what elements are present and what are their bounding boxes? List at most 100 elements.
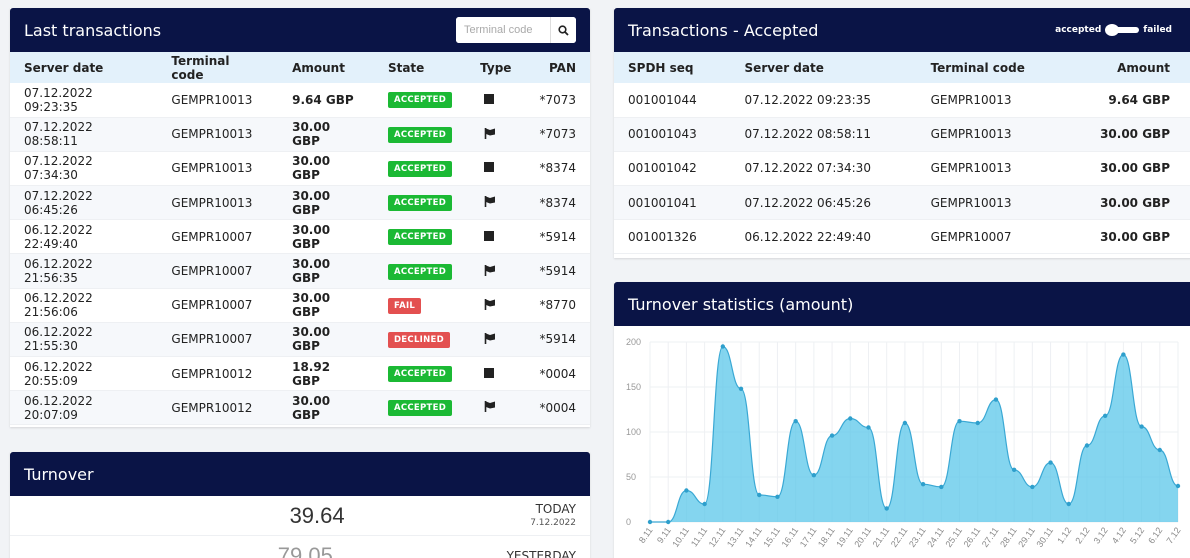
turnover-statistics-title: Turnover statistics (amount) xyxy=(628,294,854,314)
table-row[interactable]: 06.12.2022 21:56:35 GEMPR10007 30.00 GBP AC… xyxy=(10,253,590,289)
data-point[interactable] xyxy=(1121,352,1126,357)
data-point[interactable] xyxy=(720,344,726,349)
data-point[interactable] xyxy=(866,425,871,430)
data-point[interactable] xyxy=(957,419,962,424)
cell-state: ACCEPTED xyxy=(373,356,467,392)
terminal-code-search-input[interactable] xyxy=(456,17,550,43)
cell-server-date: 07.12.2022 08:58:11 xyxy=(10,117,158,152)
cell-terminal-code: GEMPR10012 xyxy=(157,356,279,392)
cell-state: DECLINED xyxy=(373,322,467,358)
column-header-state[interactable]: State xyxy=(373,52,467,83)
column-header-server-date[interactable]: Server date xyxy=(730,52,917,83)
data-point[interactable] xyxy=(757,492,762,498)
x-tick-label: 19.11 xyxy=(834,525,855,549)
turnover-date: 7.12.2022 xyxy=(530,517,576,528)
x-tick-label: 10.11 xyxy=(670,525,691,549)
data-point[interactable] xyxy=(902,420,908,426)
flag-icon xyxy=(484,127,496,139)
table-row[interactable]: 07.12.2022 08:58:11 GEMPR10013 30.00 GBP AC… xyxy=(10,117,590,152)
column-header-server-date[interactable]: Server date xyxy=(10,52,158,83)
data-point[interactable] xyxy=(848,416,853,421)
data-point[interactable] xyxy=(684,488,689,493)
data-point[interactable] xyxy=(775,494,780,499)
x-tick-label: 24.11 xyxy=(925,525,946,549)
x-tick-label: 15.11 xyxy=(761,525,782,549)
state-badge: ACCEPTED xyxy=(387,160,453,177)
table-row[interactable]: 001001042 07.12.2022 07:34:30 GEMPR10013 30… xyxy=(614,151,1190,187)
column-header-terminal-code[interactable]: Terminal code xyxy=(916,52,1064,83)
turnover-period: TODAY xyxy=(535,501,576,516)
cell-server-date: 06.12.2022 21:56:06 xyxy=(10,288,158,323)
cell-state: ACCEPTED xyxy=(373,117,467,152)
y-tick-label: 50 xyxy=(626,472,636,482)
search-button[interactable] xyxy=(550,17,576,43)
table-row[interactable]: 07.12.2022 09:23:35 GEMPR10013 9.64 GBP ACC… xyxy=(10,83,590,118)
table-row[interactable]: 06.12.2022 20:07:09 GEMPR10012 30.00 GBP AC… xyxy=(10,390,590,426)
cell-type xyxy=(466,253,526,289)
table-row[interactable]: 06.12.2022 20:55:09 GEMPR10012 18.92 GBP AC… xyxy=(10,356,590,392)
accepted-transactions-header: Transactions - Accepted accepted failed xyxy=(614,8,1190,52)
column-header-amount[interactable]: Amount xyxy=(278,52,374,83)
data-point[interactable] xyxy=(1157,447,1162,453)
table-row[interactable]: 06.12.2022 21:56:06 GEMPR10007 30.00 GBP FA… xyxy=(10,288,590,323)
accepted-transactions-panel: Transactions - Accepted accepted failed … xyxy=(614,8,1190,258)
column-header-spdh-seq[interactable]: SPDH seq xyxy=(614,52,731,83)
data-point[interactable] xyxy=(884,506,889,511)
data-point[interactable] xyxy=(1066,501,1071,507)
data-point[interactable] xyxy=(702,501,707,507)
cell-terminal-code: GEMPR10013 xyxy=(916,83,1064,118)
x-tick-label: 28.11 xyxy=(998,525,1019,549)
terminal-search xyxy=(456,17,576,43)
square-icon xyxy=(484,230,495,241)
cell-terminal-code: GEMPR10013 xyxy=(916,151,1064,187)
data-point[interactable] xyxy=(647,519,653,525)
cell-type xyxy=(466,151,526,187)
data-point[interactable] xyxy=(793,419,798,424)
data-point[interactable] xyxy=(1139,424,1144,429)
cell-server-date: 07.12.2022 09:23:35 xyxy=(10,83,158,118)
state-badge: ACCEPTED xyxy=(387,400,453,417)
table-row[interactable]: 07.12.2022 06:45:26 GEMPR10013 30.00 GBP AC… xyxy=(10,185,590,221)
data-point[interactable] xyxy=(1011,467,1017,472)
cell-terminal-code: GEMPR10013 xyxy=(157,117,279,152)
x-tick-label: 12.11 xyxy=(707,525,728,549)
table-row[interactable]: 001001326 06.12.2022 22:49:40 GEMPR10007 30… xyxy=(614,219,1190,255)
data-point[interactable] xyxy=(920,482,926,487)
data-point[interactable] xyxy=(975,420,980,426)
data-point[interactable] xyxy=(1084,443,1090,448)
data-point[interactable] xyxy=(1030,484,1035,490)
square-icon xyxy=(484,93,495,104)
accepted-failed-toggle[interactable]: accepted failed xyxy=(1055,24,1172,36)
x-tick-label: 7.12 xyxy=(1164,525,1182,545)
data-point[interactable] xyxy=(811,473,817,478)
turnover-title: Turnover xyxy=(24,464,94,484)
column-header-terminal-code[interactable]: Terminal code xyxy=(157,52,279,83)
table-row[interactable]: 06.12.2022 21:55:30 GEMPR10007 30.00 GBP DE… xyxy=(10,322,590,358)
data-point[interactable] xyxy=(829,433,835,438)
data-point[interactable] xyxy=(738,386,744,391)
table-row[interactable]: 001001043 07.12.2022 08:58:11 GEMPR10013 30… xyxy=(614,117,1190,152)
cell-server-date: 07.12.2022 09:23:35 xyxy=(730,83,917,118)
column-header-pan[interactable]: PAN xyxy=(525,52,590,83)
last-transactions-panel: Last transactions Server date Terminal c… xyxy=(10,8,590,427)
column-header-amount[interactable]: Amount xyxy=(1063,52,1190,83)
toggle-switch[interactable] xyxy=(1105,24,1140,36)
cell-server-date: 07.12.2022 07:34:30 xyxy=(730,151,917,187)
cell-amount: 9.64 GBP xyxy=(1063,83,1190,118)
flag-icon xyxy=(484,264,496,276)
data-point[interactable] xyxy=(1175,483,1181,489)
data-point[interactable] xyxy=(666,519,671,525)
data-point[interactable] xyxy=(939,484,944,490)
table-row[interactable]: 07.12.2022 07:34:30 GEMPR10013 30.00 GBP AC… xyxy=(10,151,590,187)
data-point[interactable] xyxy=(1102,413,1108,418)
table-row[interactable]: 001001044 07.12.2022 09:23:35 GEMPR10013 9.… xyxy=(614,83,1190,118)
x-tick-label: 6.12 xyxy=(1146,525,1164,545)
table-row[interactable]: 001001041 07.12.2022 06:45:26 GEMPR10013 30… xyxy=(614,185,1190,221)
column-header-type[interactable]: Type xyxy=(466,52,526,83)
cell-server-date: 06.12.2022 22:49:40 xyxy=(730,219,917,255)
cell-server-date: 07.12.2022 08:58:11 xyxy=(730,117,917,152)
data-point[interactable] xyxy=(1048,460,1053,465)
table-row[interactable]: 06.12.2022 22:49:40 GEMPR10007 30.00 GBP AC… xyxy=(10,219,590,255)
data-point[interactable] xyxy=(993,397,999,402)
cell-spdh-seq: 001001041 xyxy=(614,185,731,221)
